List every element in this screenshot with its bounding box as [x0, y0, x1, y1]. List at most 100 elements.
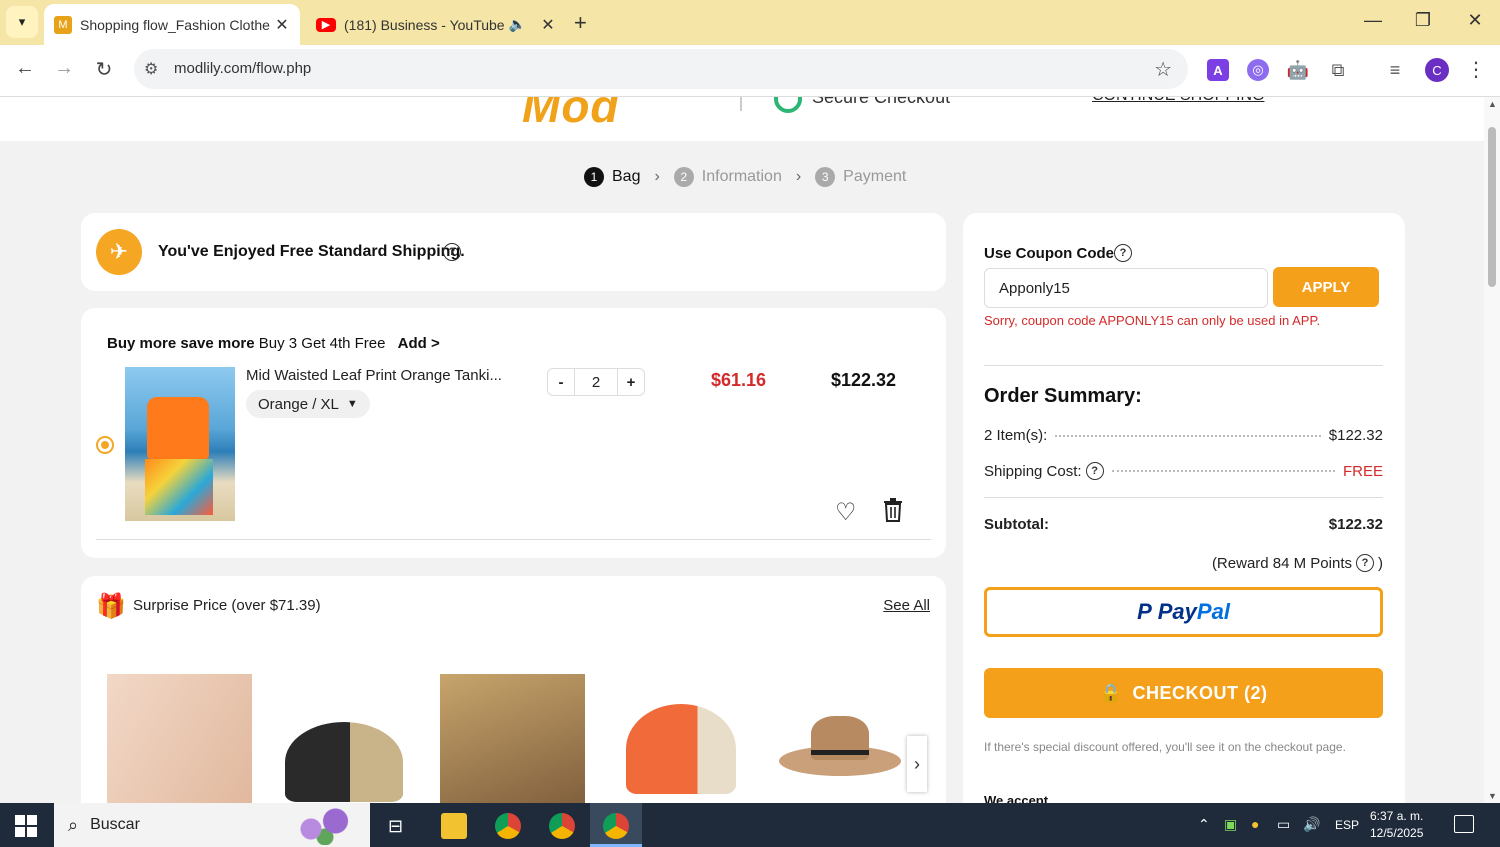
- browser-toolbar: ← → ↻ ⚙ modlily.com/flow.php ☆ A ◎ 🤖 ⧉ ≡…: [0, 45, 1500, 97]
- divider: [96, 539, 931, 540]
- divider: [984, 365, 1383, 366]
- product-thumb-trucker-cap[interactable]: [273, 674, 418, 803]
- help-icon[interactable]: ?: [1085, 462, 1104, 480]
- variant-select[interactable]: Orange / XL ▼: [246, 390, 370, 418]
- wishlist-heart-icon[interactable]: ♡: [835, 498, 857, 527]
- step-number: 1: [584, 167, 604, 187]
- surprise-price-card: 🎁 Surprise Price (over $71.39) See All ›: [81, 576, 946, 803]
- quantity-value[interactable]: 2: [574, 369, 618, 395]
- promo-bold: Buy more save more: [107, 335, 255, 352]
- windows-start-icon[interactable]: [15, 815, 37, 837]
- extension-a-icon[interactable]: A: [1207, 59, 1229, 81]
- product-thumb-straw-hat[interactable]: [773, 674, 918, 803]
- taskbar-search[interactable]: ⌕ Buscar: [54, 803, 370, 847]
- minimize-icon[interactable]: —: [1358, 10, 1388, 31]
- product-title[interactable]: Mid Waisted Leaf Print Orange Tanki...: [246, 367, 502, 384]
- extensions-puzzle-icon[interactable]: ⧉: [1327, 59, 1349, 81]
- tab-search-dropdown-icon[interactable]: ▾: [6, 6, 38, 38]
- decrease-qty-button[interactable]: -: [548, 369, 574, 395]
- scroll-up-icon[interactable]: ▲: [1488, 99, 1497, 109]
- paypal-text-b: Pal: [1196, 599, 1230, 624]
- dotted-leader: [1055, 434, 1321, 437]
- trash-icon[interactable]: [883, 498, 903, 522]
- checkout-button[interactable]: 🔒 CHECKOUT (2): [984, 668, 1383, 718]
- secure-check-icon: [774, 97, 802, 113]
- site-header: Mod Secure Checkout CONTINUE SHOPPING: [0, 97, 1484, 141]
- close-tab-icon[interactable]: ✕: [270, 15, 294, 35]
- browser-menu-icon[interactable]: ⋮: [1466, 57, 1486, 82]
- task-view-icon[interactable]: ⊟: [388, 816, 403, 837]
- restore-icon[interactable]: ❐: [1408, 10, 1438, 31]
- speaker-icon[interactable]: 🔈: [509, 16, 526, 33]
- site-logo[interactable]: Mod: [522, 97, 620, 133]
- tray-app-icon[interactable]: ▣: [1224, 816, 1237, 833]
- back-icon[interactable]: ←: [11, 57, 39, 80]
- forward-icon[interactable]: →: [50, 57, 78, 80]
- file-explorer-icon[interactable]: [441, 813, 467, 839]
- new-tab-icon[interactable]: +: [574, 10, 587, 36]
- taskbar-clock[interactable]: 6:37 a. m. 12/5/2025: [1370, 808, 1423, 842]
- coupon-input[interactable]: [984, 268, 1268, 308]
- close-tab-icon[interactable]: ✕: [536, 15, 560, 35]
- site-info-icon[interactable]: ⚙: [144, 59, 158, 79]
- reward-text: (Reward 84 M Points: [1211, 554, 1352, 572]
- shipping-row: Shipping Cost: ? FREE: [984, 462, 1383, 480]
- help-icon[interactable]: ?: [1356, 554, 1374, 572]
- chrome-active-icon[interactable]: [603, 813, 629, 839]
- header-divider: [740, 97, 742, 111]
- we-accept-label: We accept: [984, 793, 1049, 803]
- reward-close: ): [1378, 554, 1383, 572]
- paypal-button[interactable]: P Pay Pal: [984, 587, 1383, 637]
- product-image[interactable]: [125, 367, 235, 521]
- extension-robot-icon[interactable]: 🤖: [1287, 59, 1309, 81]
- carousel-next-icon[interactable]: ›: [907, 736, 927, 792]
- language-indicator[interactable]: ESP: [1335, 818, 1359, 832]
- divider: [984, 497, 1383, 498]
- product-thumb-anklet[interactable]: [107, 674, 252, 803]
- see-all-link[interactable]: See All: [883, 597, 930, 614]
- help-icon[interactable]: ?: [1114, 244, 1132, 262]
- windows-taskbar: ⌕ Buscar ⊟ ⌃ ▣ ● ▭ 🔊 ESP 6:37 a. m. 12/5…: [0, 803, 1500, 847]
- clock-time: 6:37 a. m.: [1370, 809, 1424, 823]
- promo-add-link[interactable]: Add >: [398, 335, 440, 352]
- media-controls-icon[interactable]: ≡: [1384, 59, 1406, 81]
- secure-checkout-text: Secure Checkout: [812, 97, 951, 107]
- bookmark-star-icon[interactable]: ☆: [1154, 57, 1172, 82]
- caret-down-icon: ▼: [346, 398, 358, 410]
- help-icon[interactable]: ?: [443, 243, 461, 261]
- network-icon[interactable]: ▭: [1277, 816, 1290, 833]
- paypal-logo-icon: P: [1137, 599, 1152, 624]
- tab-shopping-flow[interactable]: M Shopping flow_Fashion Clothes ✕: [44, 4, 300, 45]
- increase-qty-button[interactable]: +: [618, 369, 644, 395]
- notifications-icon[interactable]: [1454, 815, 1474, 833]
- apply-coupon-button[interactable]: APPLY: [1273, 267, 1379, 307]
- scroll-down-icon[interactable]: ▼: [1488, 791, 1497, 801]
- product-thumb-sun-hat[interactable]: [440, 674, 585, 803]
- checkout-label: CHECKOUT (2): [1132, 682, 1268, 703]
- volume-icon[interactable]: 🔊: [1303, 816, 1320, 833]
- profile-avatar[interactable]: C: [1425, 58, 1449, 82]
- subtotal-row: Subtotal: $122.32: [984, 516, 1383, 533]
- step-information: Information: [701, 168, 782, 185]
- search-flowers-decoration: [290, 805, 360, 845]
- extension-swirl-icon[interactable]: ◎: [1247, 59, 1269, 81]
- subtotal-label: Subtotal:: [984, 516, 1049, 533]
- chevron-up-icon[interactable]: ⌃: [1198, 816, 1210, 833]
- item-select-radio[interactable]: [96, 436, 114, 454]
- tab-title: (181) Business - YouTube: [344, 16, 505, 33]
- page-scrollbar[interactable]: ▲ ▼: [1484, 97, 1500, 803]
- address-bar[interactable]: ⚙ modlily.com/flow.php ☆: [134, 49, 1188, 89]
- chrome-icon[interactable]: [495, 813, 521, 839]
- tab-youtube[interactable]: ▶ (181) Business - YouTube 🔈 ✕: [306, 4, 566, 45]
- reload-icon[interactable]: ↻: [90, 57, 118, 82]
- search-icon: ⌕: [68, 814, 79, 835]
- tray-norton-icon[interactable]: ●: [1251, 816, 1259, 832]
- close-window-icon[interactable]: ✕: [1460, 10, 1490, 31]
- discount-note: If there's special discount offered, you…: [984, 740, 1346, 754]
- continue-shopping-link[interactable]: CONTINUE SHOPPING: [1092, 97, 1264, 105]
- scroll-thumb[interactable]: [1488, 127, 1496, 287]
- checkout-steps: 1 Bag › 2 Information › 3 Payment: [584, 167, 906, 187]
- product-thumb-orange-cap[interactable]: [606, 674, 751, 803]
- chrome-profile-icon[interactable]: [549, 813, 575, 839]
- url-text[interactable]: modlily.com/flow.php: [174, 60, 311, 77]
